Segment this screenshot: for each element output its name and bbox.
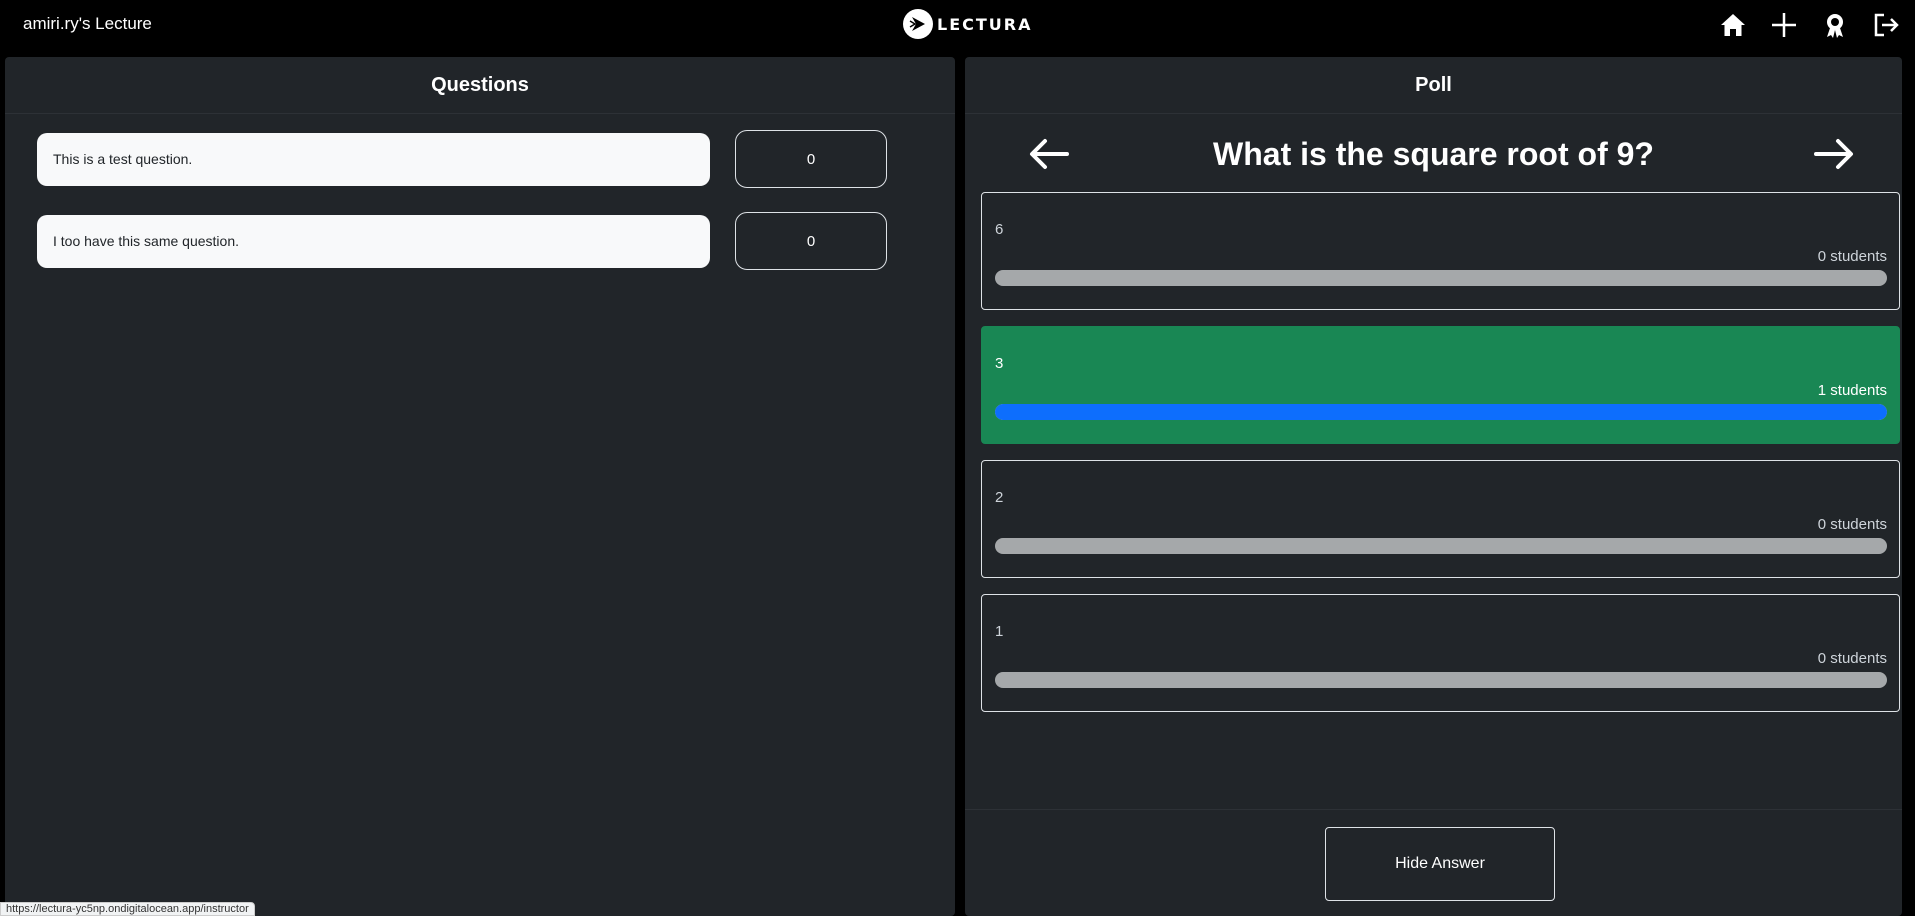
questions-panel: Questions This is a test question. 0 I t… — [5, 57, 955, 916]
question-text[interactable]: This is a test question. — [37, 132, 710, 186]
option-label: 3 — [995, 355, 1004, 372]
logo-mark-icon — [903, 9, 933, 39]
hide-answer-button[interactable]: Hide Answer — [1325, 827, 1555, 901]
option-progress-bar — [995, 404, 1887, 420]
poll-option: 1 0 students — [981, 594, 1900, 712]
lecture-title: amiri.ry's Lecture — [23, 14, 152, 33]
option-student-count: 0 students — [1817, 516, 1887, 533]
question-vote-count[interactable]: 0 — [735, 130, 887, 188]
questions-panel-title: Questions — [5, 57, 955, 114]
poll-option: 6 0 students — [981, 192, 1900, 310]
home-icon[interactable] — [1717, 9, 1748, 40]
plus-icon[interactable] — [1768, 9, 1799, 40]
question-vote-count[interactable]: 0 — [735, 212, 887, 270]
question-row: I too have this same question. 0 — [37, 212, 887, 270]
option-label: 6 — [995, 221, 1004, 238]
poll-panel: Poll What is the square root of 9? 6 0 s… — [965, 57, 1902, 916]
option-label: 2 — [995, 489, 1004, 506]
poll-navigation: What is the square root of 9? — [965, 130, 1902, 180]
logo-text: LECTURA — [937, 14, 1033, 34]
lectura-logo[interactable]: LECTURA — [903, 9, 1032, 39]
question-row: This is a test question. 0 — [37, 130, 887, 188]
option-progress-bar — [995, 538, 1887, 554]
poll-option: 2 0 students — [981, 460, 1900, 578]
question-text[interactable]: I too have this same question. — [37, 214, 710, 268]
option-progress-bar — [995, 672, 1887, 688]
option-student-count: 1 students — [1817, 382, 1887, 399]
option-student-count: 0 students — [1817, 248, 1887, 265]
poll-option-correct: 3 1 students — [981, 326, 1900, 444]
poll-panel-title: Poll — [965, 57, 1902, 114]
next-poll-arrow-icon[interactable] — [1812, 134, 1856, 174]
option-label: 1 — [995, 623, 1004, 640]
poll-footer: Hide Answer — [965, 809, 1902, 916]
poll-question: What is the square root of 9? — [1213, 136, 1654, 172]
option-progress-fill — [995, 404, 1887, 420]
status-bar-url: https://lectura-yc5np.ondigitalocean.app… — [0, 902, 255, 916]
option-student-count: 0 students — [1817, 650, 1887, 667]
logout-icon[interactable] — [1870, 9, 1901, 40]
top-navbar: amiri.ry's Lecture LECTURA — [0, 0, 1915, 50]
award-icon[interactable] — [1819, 9, 1850, 40]
option-progress-bar — [995, 270, 1887, 286]
